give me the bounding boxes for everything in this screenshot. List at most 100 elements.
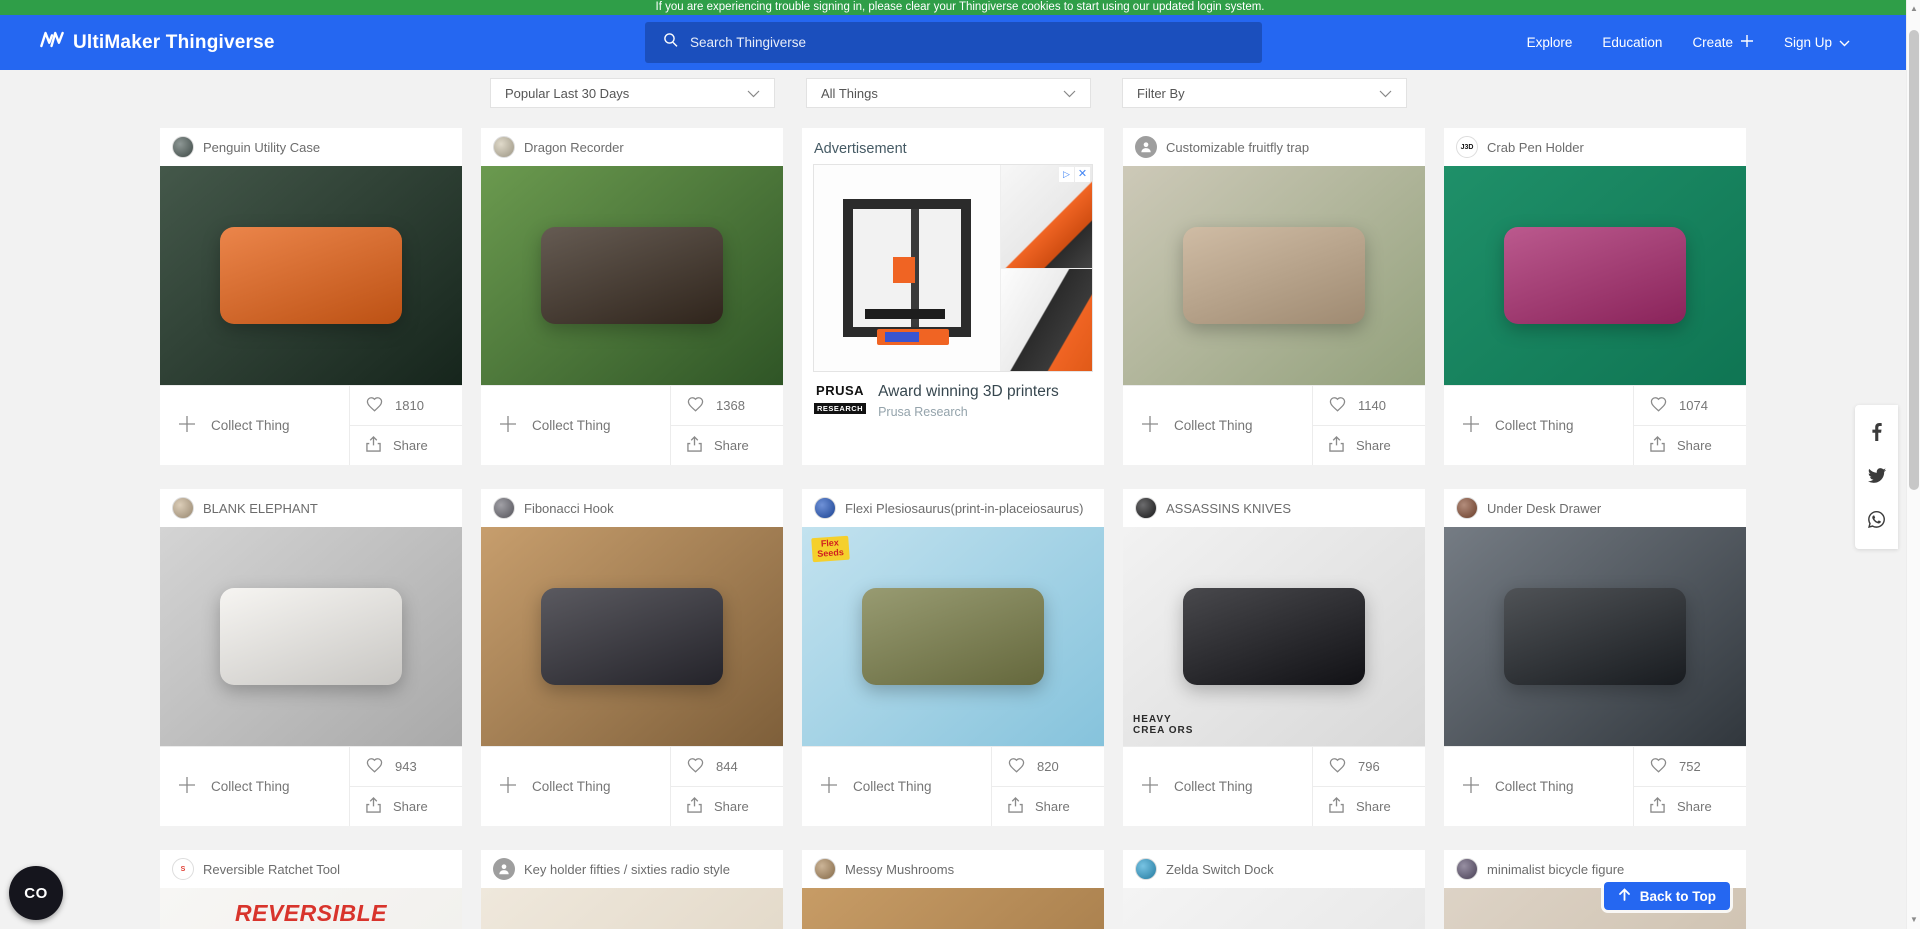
search-bar[interactable]: [645, 22, 1262, 63]
creator-avatar[interactable]: [1135, 497, 1157, 519]
scrollbar[interactable]: ▲ ▼: [1906, 0, 1920, 929]
thing-title[interactable]: Customizable fruitfly trap: [1166, 140, 1309, 155]
facebook-share-button[interactable]: [1855, 411, 1898, 455]
ad-close-icon[interactable]: ✕: [1075, 167, 1090, 182]
thing-thumbnail[interactable]: [160, 166, 462, 385]
creator-avatar[interactable]: [172, 136, 194, 158]
share-button[interactable]: Share: [1634, 786, 1746, 826]
like-button[interactable]: 752: [1634, 747, 1746, 786]
thing-thumbnail[interactable]: [481, 527, 783, 746]
collect-thing-button[interactable]: Collect Thing: [1123, 747, 1312, 826]
card-actions: 796 Share: [1312, 747, 1425, 826]
thing-title[interactable]: Penguin Utility Case: [203, 140, 320, 155]
creator-avatar[interactable]: [814, 858, 836, 880]
collect-thing-button[interactable]: Collect Thing: [802, 747, 991, 826]
like-button[interactable]: 1810: [350, 386, 462, 425]
nav-education[interactable]: Education: [1602, 35, 1662, 50]
creator-avatar[interactable]: [493, 858, 515, 880]
thing-thumbnail[interactable]: [481, 166, 783, 385]
share-button[interactable]: Share: [1313, 786, 1425, 826]
thing-title[interactable]: Crab Pen Holder: [1487, 140, 1584, 155]
collect-thing-button[interactable]: Collect Thing: [1123, 386, 1312, 465]
thing-title[interactable]: Zelda Switch Dock: [1166, 862, 1274, 877]
share-button[interactable]: Share: [1634, 425, 1746, 465]
like-button[interactable]: 844: [671, 747, 783, 786]
like-button[interactable]: 820: [992, 747, 1104, 786]
twitter-share-button[interactable]: [1855, 455, 1898, 499]
collect-thing-button[interactable]: Collect Thing: [1444, 386, 1633, 465]
consent-badge-label: CO: [24, 885, 48, 902]
collect-thing-button[interactable]: Collect Thing: [160, 386, 349, 465]
share-button[interactable]: Share: [992, 786, 1104, 826]
share-button[interactable]: Share: [671, 786, 783, 826]
category-dropdown[interactable]: All Things: [806, 78, 1091, 108]
thing-thumbnail[interactable]: HEAVY CREA ORS: [1123, 527, 1425, 746]
plus-icon: [1141, 415, 1159, 436]
thing-title[interactable]: Under Desk Drawer: [1487, 501, 1601, 516]
nav-explore[interactable]: Explore: [1527, 35, 1573, 50]
filter-by-dropdown[interactable]: Filter By: [1122, 78, 1407, 108]
creator-avatar[interactable]: [493, 136, 515, 158]
cookie-consent-badge[interactable]: CO: [9, 866, 63, 920]
thing-thumbnail[interactable]: [1123, 888, 1425, 929]
like-button[interactable]: 796: [1313, 747, 1425, 786]
creator-avatar[interactable]: S: [172, 858, 194, 880]
adchoices-icon[interactable]: ▷: [1059, 167, 1074, 182]
creator-avatar[interactable]: [493, 497, 515, 519]
collect-thing-label: Collect Thing: [853, 779, 932, 794]
thing-thumbnail[interactable]: [802, 888, 1104, 929]
thing-thumbnail[interactable]: [1444, 527, 1746, 746]
scrollbar-up-arrow[interactable]: ▲: [1907, 2, 1920, 16]
ad-banner[interactable]: ▷ ✕: [813, 164, 1093, 372]
thing-title[interactable]: Flexi Plesiosaurus(print-in-placeiosauru…: [845, 501, 1083, 516]
like-button[interactable]: 943: [350, 747, 462, 786]
share-button[interactable]: Share: [671, 425, 783, 465]
thing-thumbnail[interactable]: [1123, 166, 1425, 385]
share-button[interactable]: Share: [350, 425, 462, 465]
ad-headline[interactable]: Award winning 3D printers: [878, 383, 1059, 401]
thing-title[interactable]: minimalist bicycle figure: [1487, 862, 1624, 877]
back-to-top-button[interactable]: Back to Top: [1604, 882, 1730, 910]
thing-card-footer: Collect Thing 752 Share: [1444, 746, 1746, 826]
like-button[interactable]: 1140: [1313, 386, 1425, 425]
thing-title[interactable]: Fibonacci Hook: [524, 501, 614, 516]
scrollbar-down-arrow[interactable]: ▼: [1907, 913, 1920, 927]
share-button[interactable]: Share: [350, 786, 462, 826]
creator-avatar[interactable]: [1456, 858, 1478, 880]
share-button[interactable]: Share: [1313, 425, 1425, 465]
creator-avatar[interactable]: [1135, 136, 1157, 158]
thing-thumbnail[interactable]: [481, 888, 783, 929]
creator-avatar[interactable]: [814, 497, 836, 519]
like-button[interactable]: 1074: [1634, 386, 1746, 425]
creator-avatar[interactable]: [1456, 497, 1478, 519]
scrollbar-thumb[interactable]: [1909, 30, 1919, 490]
thing-title[interactable]: Messy Mushrooms: [845, 862, 954, 877]
thing-title[interactable]: ASSASSINS KNIVES: [1166, 501, 1291, 516]
prusa-research-logo: PRUSA RESEARCH: [814, 383, 866, 416]
thing-title[interactable]: Reversible Ratchet Tool: [203, 862, 340, 877]
thing-thumbnail[interactable]: REVERSIBLE: [160, 888, 462, 929]
thing-thumbnail[interactable]: [1444, 166, 1746, 385]
thing-card-header: J3D Crab Pen Holder: [1444, 128, 1746, 166]
collect-thing-button[interactable]: Collect Thing: [1444, 747, 1633, 826]
collect-thing-button[interactable]: Collect Thing: [160, 747, 349, 826]
nav-sign-up[interactable]: Sign Up: [1784, 35, 1850, 50]
nav-create[interactable]: Create: [1692, 34, 1754, 51]
ad-advertiser-name: Prusa Research: [878, 405, 1059, 419]
collect-thing-button[interactable]: Collect Thing: [481, 386, 670, 465]
whatsapp-share-button[interactable]: [1855, 499, 1898, 543]
thing-thumbnail[interactable]: [160, 527, 462, 746]
creator-avatar[interactable]: [172, 497, 194, 519]
brand-logo[interactable]: UltiMaker Thingiverse: [40, 31, 275, 54]
like-button[interactable]: 1368: [671, 386, 783, 425]
thing-title[interactable]: BLANK ELEPHANT: [203, 501, 318, 516]
collect-thing-button[interactable]: Collect Thing: [481, 747, 670, 826]
creator-avatar[interactable]: J3D: [1456, 136, 1478, 158]
search-input[interactable]: [690, 35, 1210, 50]
thing-thumbnail[interactable]: Flex Seeds: [802, 527, 1104, 746]
creator-avatar[interactable]: [1135, 858, 1157, 880]
thing-title[interactable]: Key holder fifties / sixties radio style: [524, 862, 730, 877]
thing-title[interactable]: Dragon Recorder: [524, 140, 624, 155]
sort-dropdown[interactable]: Popular Last 30 Days: [490, 78, 775, 108]
thing-card-header: ASSASSINS KNIVES: [1123, 489, 1425, 527]
